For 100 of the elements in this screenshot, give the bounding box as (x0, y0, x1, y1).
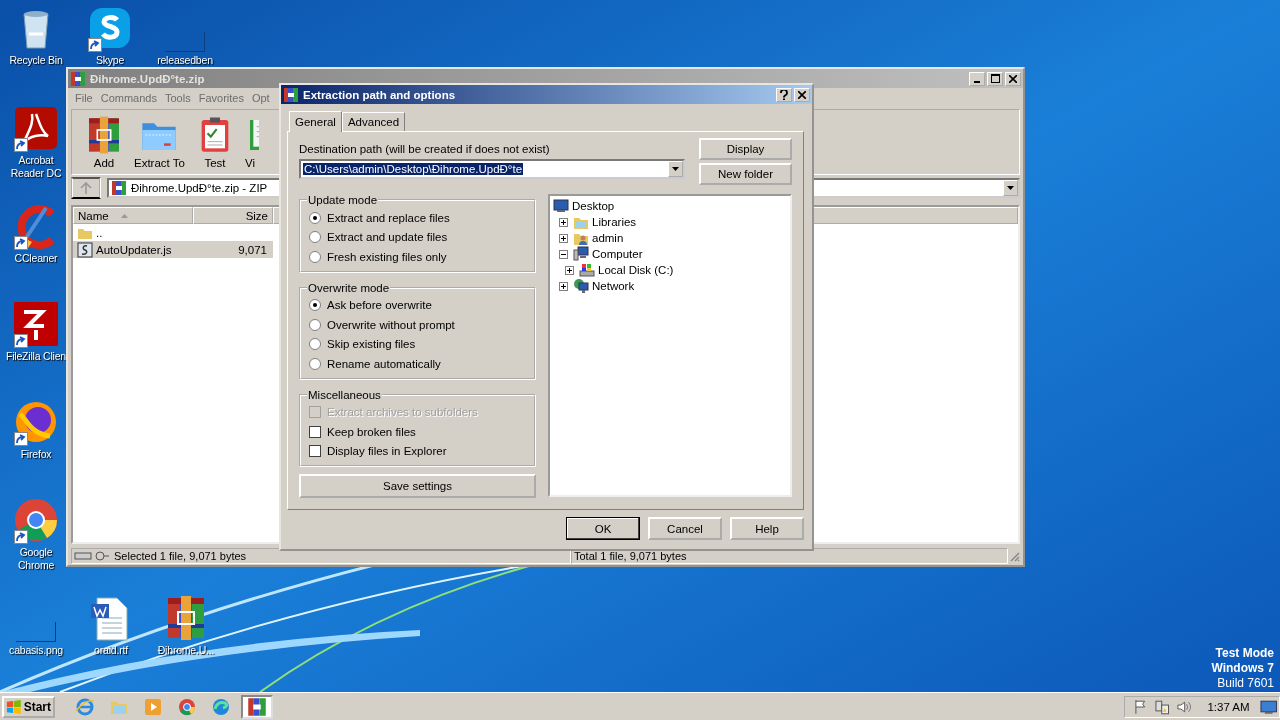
tree-item[interactable]: Desktop (571, 200, 616, 212)
radio-option[interactable]: Overwrite without prompt (309, 315, 526, 335)
sort-arrow-icon (120, 213, 128, 218)
icon-label: releasedben (157, 54, 213, 67)
network-icon[interactable] (1154, 698, 1170, 715)
radio-option[interactable]: Skip existing files (309, 334, 526, 354)
play-icon (143, 696, 163, 717)
menu-item[interactable]: Tools (161, 91, 195, 104)
volume-icon[interactable] (1175, 698, 1192, 715)
computer-icon (573, 246, 589, 262)
menu-item[interactable]: Favorites (194, 91, 248, 104)
icon-label: Google Chrome (16, 546, 56, 572)
icon-label: Firefox (20, 448, 52, 461)
question-mark-icon (780, 89, 788, 100)
archive-icon (283, 86, 299, 103)
network-icon (573, 278, 589, 294)
toolbar-button[interactable]: Test (192, 115, 237, 169)
radio-option[interactable]: Extract and update files (309, 227, 526, 247)
system-notice: Windows 7 (1211, 661, 1274, 676)
expand-box[interactable] (565, 265, 574, 275)
monitor-icon (553, 198, 569, 214)
radio-option[interactable]: Ask before overwrite (309, 295, 526, 315)
group-title: Miscellaneous (307, 388, 382, 401)
tricolor-circle-icon (177, 696, 197, 717)
checkbox[interactable] (309, 445, 321, 458)
menu-item[interactable]: Opt (247, 91, 274, 104)
radio-button[interactable] (309, 231, 321, 244)
group-title: Overwrite mode (307, 281, 391, 294)
dropdown-button[interactable] (1003, 180, 1018, 196)
file-name: .. (96, 226, 103, 239)
checkbox-option[interactable]: Keep broken files (309, 422, 526, 442)
tree-item[interactable]: Local Disk (C:) (597, 264, 675, 276)
radio-option[interactable]: Extract and replace files (309, 208, 526, 228)
tab[interactable]: Advanced (341, 112, 406, 131)
toolbar-button[interactable]: Add (82, 115, 126, 169)
status-text: Selected 1 file, 9,071 bytes (114, 549, 247, 562)
radio-button[interactable] (309, 357, 321, 370)
caret-icon (1007, 186, 1014, 190)
show-desktop-icon[interactable] (1259, 698, 1277, 715)
file-name: AutoUpdater.js (96, 243, 172, 256)
expand-box[interactable] (559, 233, 568, 243)
taskbar-button[interactable] (241, 694, 273, 719)
dialog-button[interactable]: Help (730, 517, 804, 540)
radio-button[interactable] (309, 338, 321, 351)
side-button[interactable]: New folder (699, 163, 792, 185)
toolbar-button[interactable]: Extract To (132, 115, 187, 169)
dropdown-button[interactable] (668, 161, 683, 177)
collapse-box[interactable] (559, 249, 568, 259)
icon-label: FileZilla Clien (6, 350, 66, 363)
checkbox[interactable] (309, 425, 321, 438)
tricolor-circle-icon (12, 496, 60, 544)
script-file-icon (77, 241, 93, 258)
path-field[interactable]: C:\Users\admin\Desktop\Đihrome.UpdÐ°te (299, 159, 685, 179)
archive-icon (70, 70, 86, 87)
start-button[interactable]: Start (2, 695, 55, 718)
app-icon (12, 300, 60, 348)
up-arrow-icon (80, 182, 92, 194)
maximize-icon (990, 74, 1000, 83)
toolbar-button[interactable]: Vi (242, 115, 259, 169)
dialog-button[interactable]: Cancel (648, 517, 722, 540)
close-button[interactable] (794, 87, 810, 102)
tab[interactable]: General (289, 111, 342, 132)
tree-item[interactable]: admin (591, 232, 625, 244)
side-button[interactable]: Display (699, 138, 792, 160)
window-title: Đihrome.UpdÐ°te.zip (90, 72, 206, 85)
icon-label: cabasis.png (9, 644, 63, 657)
radio-option[interactable]: Fresh existing files only (309, 247, 526, 267)
radio-button[interactable] (309, 250, 321, 263)
tree-item[interactable]: Network (591, 280, 636, 292)
radio-button[interactable] (309, 211, 321, 224)
drive-icon (579, 262, 595, 278)
dialog-button[interactable]: OK (566, 517, 640, 540)
radio-option[interactable]: Rename automatically (309, 354, 526, 374)
window-title: Extraction path and options (303, 88, 457, 101)
file-row[interactable]: AutoUpdater.js 9,071 (73, 241, 273, 258)
file-row[interactable]: .. (73, 224, 273, 241)
radio-button[interactable] (309, 299, 321, 312)
status-text: Total 1 file, 9,071 bytes (574, 549, 687, 562)
close-icon (798, 90, 806, 99)
expand-box[interactable] (559, 281, 568, 291)
icon-label: CCleaner (14, 252, 58, 265)
expand-box[interactable] (559, 217, 568, 227)
resize-grip-icon[interactable] (1008, 549, 1020, 562)
clock[interactable]: 1:37 AM (1207, 700, 1250, 713)
start-icon (6, 698, 22, 715)
icon-label: Recycle Bin (9, 54, 63, 67)
column-header[interactable]: Size (193, 207, 273, 224)
minimize-icon (974, 80, 980, 83)
tree-item[interactable]: Computer (591, 248, 644, 260)
save-settings-button[interactable]: Save settings (299, 474, 536, 498)
icon-label: Skype (95, 54, 125, 67)
help-button[interactable] (776, 87, 792, 102)
radio-button[interactable] (309, 318, 321, 331)
column-header[interactable]: Name (73, 207, 193, 224)
up-button[interactable] (71, 177, 101, 199)
tree-item[interactable]: Libraries (591, 216, 638, 228)
checkbox-option[interactable]: Display files in Explorer (309, 441, 526, 461)
system-notice: Build 7601 (1217, 676, 1274, 691)
icon-label: Acrobat Reader DC (9, 154, 63, 180)
menu-item[interactable]: Commands (96, 91, 161, 104)
